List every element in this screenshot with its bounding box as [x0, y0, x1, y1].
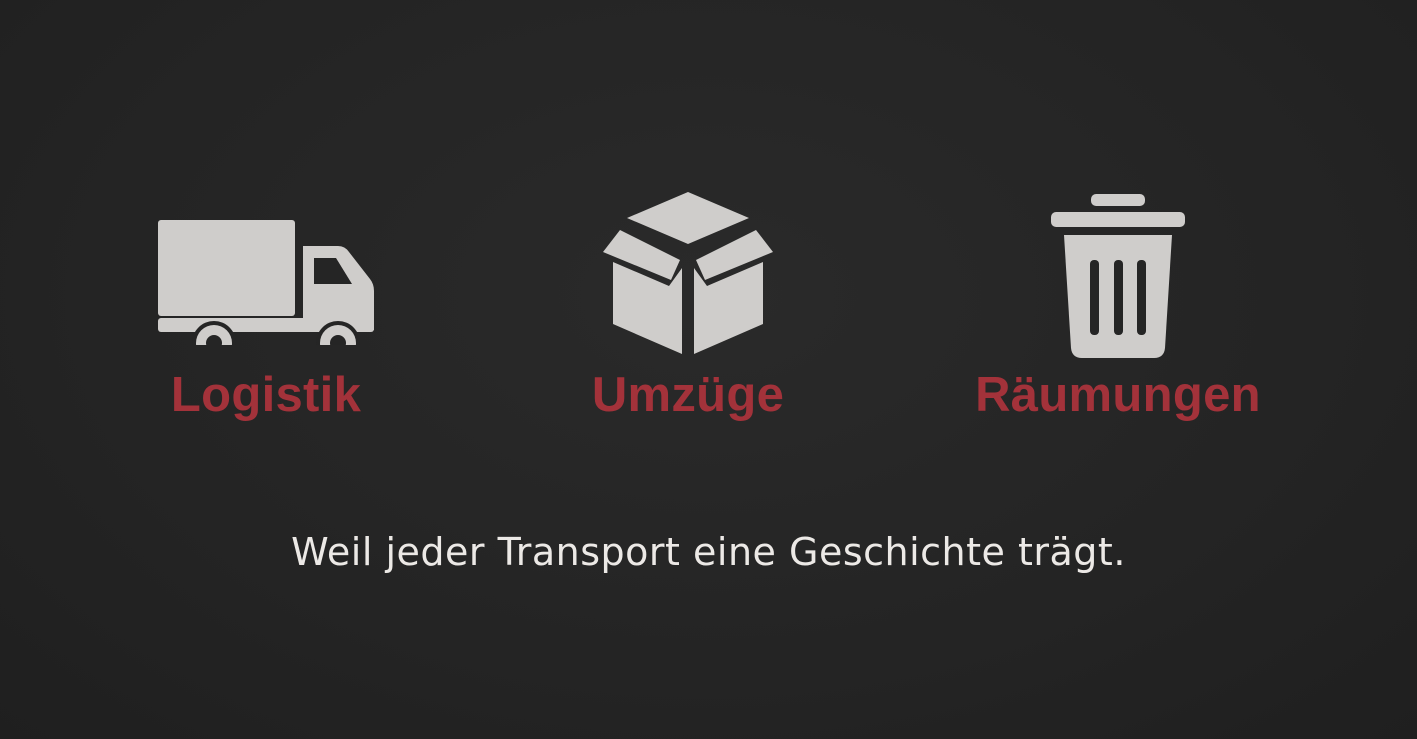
service-label: Räumungen	[975, 368, 1261, 422]
service-label: Logistik	[170, 368, 362, 422]
service-umzuege: Umzüge	[508, 180, 868, 440]
box-icon	[508, 180, 868, 365]
service-logistik: Logistik	[86, 180, 446, 440]
tagline: Weil jeder Transport eine Geschichte trä…	[291, 530, 1126, 574]
trash-can-icon	[938, 180, 1298, 365]
truck-icon	[86, 180, 446, 365]
service-raeumungen: Räumungen	[938, 180, 1298, 440]
service-label: Umzüge	[591, 368, 785, 422]
